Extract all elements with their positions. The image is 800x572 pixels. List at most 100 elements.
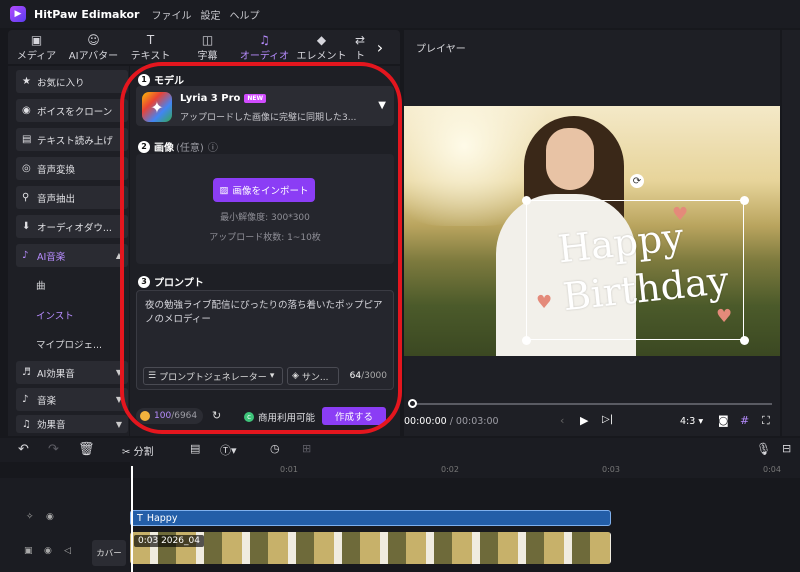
tab-subtitle[interactable]: ◫ 字幕 (179, 30, 236, 64)
cover-button[interactable]: カバー (92, 540, 126, 566)
ruler-tick: 0:04 (763, 465, 781, 474)
grid-icon[interactable]: # (740, 414, 749, 427)
model-selector[interactable]: ✦ Lyria 3 Pro NEW アップロードした画像に完璧に同期した3... … (136, 86, 394, 126)
sidebar-sub-instrumental[interactable]: インスト (36, 308, 74, 322)
rotate-handle-icon[interactable]: ⟳ (630, 174, 644, 188)
prev-frame-icon[interactable]: ‹ (560, 414, 564, 427)
resize-handle[interactable] (740, 336, 749, 345)
sidebar-sub-my-projects[interactable]: マイプロジェ... (36, 337, 102, 351)
tab-media[interactable]: ▣ メディア (8, 30, 65, 64)
char-count: 64 (349, 371, 362, 381)
refresh-icon[interactable]: ↻ (212, 409, 221, 422)
aspect-ratio-value: 4:3 (680, 416, 696, 427)
menu-file[interactable]: ファイル (151, 7, 191, 22)
app-window: ▶ HitPaw Edimakor ファイル 設定 ヘルプ ▣ メディア ☺ AIア… (0, 0, 800, 572)
resize-handle[interactable] (522, 196, 531, 205)
redo-icon[interactable]: ↷ (48, 442, 59, 457)
sample-button[interactable]: ◈ サン... (287, 367, 339, 385)
tab-ai-avatar[interactable]: ☺ AIアバター (65, 30, 122, 64)
video-preview[interactable]: ⟳ Happy Birthday ♥ ♥ ♥ (404, 106, 780, 356)
prompt-generator-icon: ☰ (148, 371, 157, 381)
voice-change-icon: ◎ (22, 163, 31, 174)
tab-label: メディア (16, 50, 57, 62)
prompt-generator-button[interactable]: ☰ プロンプトジェネレーター ▾ (143, 367, 283, 385)
crop-icon[interactable]: ⊞ (302, 442, 311, 455)
play-icon[interactable]: ▶ (580, 414, 588, 427)
timeline-ruler[interactable]: 0:01 0:02 0:03 0:04 (130, 462, 800, 478)
info-icon[interactable]: ⓘ (208, 139, 218, 154)
tab-label: エレメント (296, 50, 347, 62)
image-dropzone[interactable]: ▨ 画像をインポート 最小解像度: 300*300 アップロード枚数: 1~10枚 (136, 154, 394, 264)
section-label: モデル (154, 76, 184, 87)
tab-audio[interactable]: ♫ オーディオ (236, 30, 293, 64)
min-resolution-note: 最小解像度: 300*300 (220, 213, 310, 223)
gemini-star-icon: ✦ (142, 92, 172, 122)
panel-footer: 100/6964 ↻ c 商用利用可能 作成する (136, 406, 394, 426)
snapshot-icon[interactable]: ◙ (718, 414, 729, 427)
split-button[interactable]: ✂ 分割 (122, 443, 154, 458)
fullscreen-icon[interactable]: ⛶ (762, 414, 770, 428)
speed-icon[interactable]: ◷ (270, 442, 280, 455)
voiceover-mic-icon[interactable]: 🎙 (756, 442, 771, 456)
sidebar-item-audio-download[interactable]: ⬇ オーディオダウ... (16, 215, 128, 238)
upload-count-note: アップロード枚数: 1~10枚 (209, 233, 321, 243)
sidebar-item-ai-sfx[interactable]: ♬ AI効果音 ▼ (16, 361, 128, 384)
timeline-more-icon[interactable]: ⊟ (782, 442, 791, 455)
tab-transition[interactable]: ⇄ ト (350, 30, 370, 64)
player-title: プレイヤー (416, 44, 466, 55)
prompt-section-title: 3 プロンプト (138, 274, 204, 289)
tab-text[interactable]: T テキスト (122, 30, 179, 64)
delete-icon[interactable]: 🗑 (78, 442, 95, 457)
eye-icon[interactable]: ◉ (44, 546, 52, 556)
import-image-label: 画像をインポート (232, 186, 309, 197)
undo-icon[interactable]: ↶ (18, 442, 29, 457)
sidebar-item-voice-change[interactable]: ◎ 音声変換 (16, 157, 128, 180)
prompt-textarea[interactable]: 夜の勉強ライブ配信にぴったりの落ち着いたポップピアノのメロディー ☰ プロンプトジ… (136, 290, 394, 390)
create-button[interactable]: 作成する (322, 407, 386, 425)
progress-handle[interactable] (408, 399, 417, 408)
split-label: 分割 (133, 447, 154, 458)
aspect-ratio-select[interactable]: 4:3 ▾ (680, 416, 703, 427)
time-current: 00:00:00 (404, 416, 447, 427)
sidebar-sub-song[interactable]: 曲 (36, 278, 46, 292)
tab-element[interactable]: ◆ エレメント (293, 30, 350, 64)
eye-icon[interactable]: ◉ (46, 512, 54, 522)
caret-down-icon: ▾ (269, 371, 275, 381)
volume-icon[interactable]: ◁ (64, 546, 71, 556)
sidebar-item-voice-extract[interactable]: ⚲ 音声抽出 (16, 186, 128, 209)
text-tool-icon[interactable]: Ⓣ▾ (220, 442, 237, 458)
sidebar-item-label: オーディオダウ... (37, 222, 112, 234)
step-number: 3 (138, 275, 150, 288)
resize-handle[interactable] (740, 196, 749, 205)
char-max: /3000 (361, 371, 387, 381)
tabs-scroll-right-icon[interactable]: › (370, 30, 390, 64)
sidebar-item-sfx[interactable]: ♫ 効果音 ▼ (16, 415, 128, 433)
sidebar-item-music[interactable]: ♪ 音楽 ▼ (16, 388, 128, 411)
subtitle-icon: ◫ (201, 32, 214, 47)
sidebar-item-voice-clone[interactable]: ◉ ボイスをクローン (16, 99, 128, 122)
playhead[interactable] (131, 466, 133, 572)
import-image-button[interactable]: ▨ 画像をインポート (213, 178, 315, 202)
subtitle-tool-icon[interactable]: ▤ (190, 442, 200, 455)
progress-track[interactable] (412, 403, 772, 405)
ruler-tick: 0:03 (602, 465, 620, 474)
video-subject-face (546, 128, 594, 190)
model-section-title: 1 モデル (138, 72, 184, 87)
menu-help[interactable]: ヘルプ (229, 7, 259, 22)
menu-settings[interactable]: 設定 (200, 7, 220, 22)
coin-icon (140, 411, 150, 421)
prompt-text[interactable]: 夜の勉強ライブ配信にぴったりの落ち着いたポップピアノのメロディー (145, 299, 389, 327)
resize-handle[interactable] (522, 336, 531, 345)
birthday-overlay-text[interactable]: Happy Birthday (555, 207, 744, 321)
timecode: 00:00:00 / 00:03:00 (404, 416, 499, 427)
sidebar-item-ai-music[interactable]: ♪ AI音楽 ▲ (16, 244, 128, 267)
tab-label: オーディオ (239, 50, 290, 62)
next-frame-icon[interactable]: ▷| (602, 414, 613, 425)
sidebar-item-tts[interactable]: ▤ テキスト読み上げ (16, 128, 128, 151)
char-counter: 64/3000 (350, 371, 387, 381)
text-clip[interactable]: T Happy (130, 510, 611, 526)
video-clip[interactable]: 0:03 2026_04 (130, 532, 611, 564)
sidebar-item-favorites[interactable]: ★ お気に入り (16, 70, 128, 93)
credits-used: 100 (154, 411, 172, 421)
player-panel: プレイヤー ⟳ Happy Birthday ♥ ♥ ♥ 00:00:00 / 0… (404, 30, 780, 436)
